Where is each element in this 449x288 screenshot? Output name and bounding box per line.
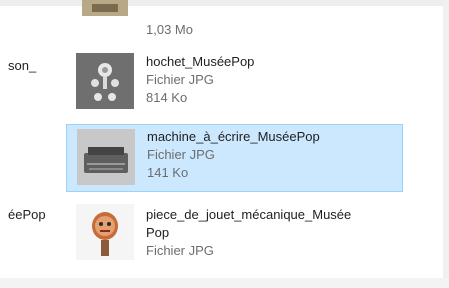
file-size: 1,03 Mo (146, 22, 193, 37)
item-text: machine_à_écrire_MuséePop Fichier JPG 14… (147, 128, 320, 182)
file-size: 141 Ko (147, 165, 189, 180)
bottom-edge (0, 278, 449, 288)
left-column-label[interactable]: son_ (8, 58, 36, 73)
item-text: 1,03 Mo (146, 21, 193, 39)
thumbnail (76, 53, 134, 109)
file-size: 814 Ko (146, 90, 188, 105)
file-name: piece_de_jouet_mécanique_Musée (146, 207, 352, 222)
file-item-partial-top[interactable]: 1,03 Mo (66, 0, 401, 40)
left-column-label[interactable]: éePop (8, 207, 46, 222)
file-type: Fichier JPG (146, 72, 214, 87)
item-text: piece_de_jouet_mécanique_Musée Pop Fichi… (146, 206, 351, 260)
file-type: Fichier JPG (146, 243, 214, 258)
thumbnail (76, 0, 134, 20)
file-item-machine-selected[interactable]: machine_à_écrire_MuséePop Fichier JPG 14… (66, 124, 403, 192)
item-text: hochet_MuséePop Fichier JPG 814 Ko (146, 53, 254, 107)
file-name: hochet_MuséePop (146, 54, 255, 69)
file-name-continued: Pop (146, 225, 170, 240)
file-item-hochet[interactable]: hochet_MuséePop Fichier JPG 814 Ko (66, 49, 401, 113)
file-name: machine_à_écrire_MuséePop (147, 129, 320, 144)
file-type: Fichier JPG (147, 147, 215, 162)
file-item-piece-de-jouet[interactable]: piece_de_jouet_mécanique_Musée Pop Fichi… (66, 200, 401, 268)
thumbnail (76, 204, 134, 260)
scrollbar-track[interactable] (443, 0, 449, 288)
thumbnail (77, 129, 135, 185)
